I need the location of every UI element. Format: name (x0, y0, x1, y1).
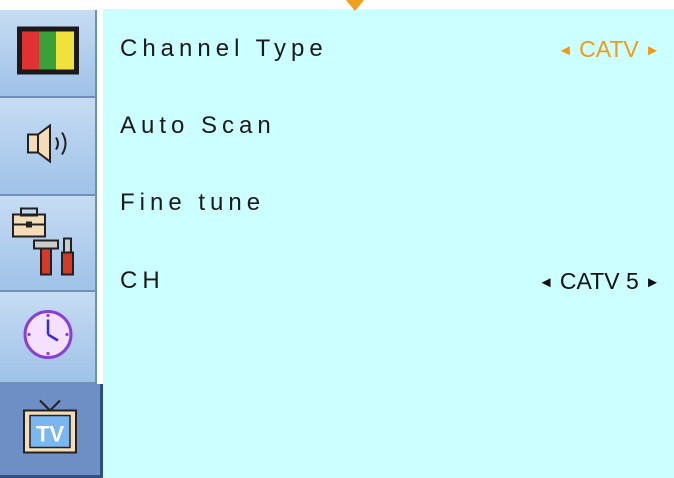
speaker-icon (18, 122, 78, 171)
menu-pointer-icon (346, 0, 364, 11)
arrow-left-icon[interactable]: ◄ (558, 31, 573, 71)
menu-item-fine-tune[interactable]: Fine tune (117, 183, 660, 223)
ch-value[interactable]: ◄ CATV 5 ► (539, 261, 660, 303)
arrow-left-icon[interactable]: ◄ (539, 263, 554, 303)
arrow-right-icon[interactable]: ► (645, 263, 660, 303)
sidebar-item-setup[interactable] (0, 196, 97, 292)
color-bars-icon (16, 26, 80, 81)
menu-panel: Channel Type ◄ CATV ► Auto Scan Fine tun… (103, 9, 674, 478)
menu-item-label: CH (120, 267, 165, 294)
sidebar-item-picture[interactable] (0, 10, 97, 98)
tv-icon: TV (20, 396, 80, 463)
menu-item-label: Auto Scan (120, 112, 276, 139)
sidebar-item-sound[interactable] (0, 98, 97, 196)
toolbox-icon (8, 201, 88, 286)
svg-text:TV: TV (36, 421, 64, 446)
menu-item-auto-scan[interactable]: Auto Scan (117, 106, 660, 146)
clock-icon (21, 308, 75, 367)
channel-type-value[interactable]: ◄ CATV ► (558, 29, 660, 71)
menu-item-label: Channel Type (120, 35, 328, 62)
sidebar-item-tv[interactable]: TV (0, 384, 103, 478)
sidebar-item-timer[interactable] (0, 292, 97, 384)
arrow-right-icon[interactable]: ► (645, 31, 660, 71)
menu-item-label: Fine tune (120, 189, 266, 216)
menu-item-ch[interactable]: CH ◄ CATV 5 ► (117, 261, 660, 301)
menu-item-channel-type[interactable]: Channel Type ◄ CATV ► (117, 29, 660, 69)
sidebar: TV (0, 0, 103, 478)
